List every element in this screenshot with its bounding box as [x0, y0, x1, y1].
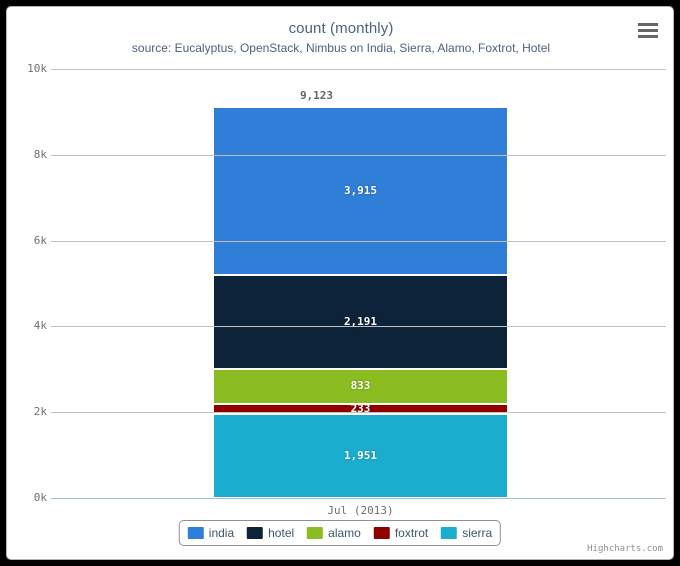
chart-container: count (monthly) source: Eucalyptus, Open… — [6, 6, 674, 560]
hamburger-bar-3 — [638, 35, 658, 38]
y-axis-tick-label: 2k — [33, 405, 47, 419]
gridline — [51, 240, 666, 242]
chart-title: count (monthly) — [288, 20, 394, 37]
y-axis-tick-label: 4k — [33, 319, 47, 333]
bar-segment-label-alamo: 833 — [350, 379, 371, 393]
hamburger-bar-1 — [638, 23, 658, 26]
legend-item-sierra[interactable]: sierra — [441, 526, 492, 540]
legend-label-sierra: sierra — [462, 526, 493, 540]
bar-total-label: 9,123 — [299, 88, 334, 102]
legend-swatch-hotel — [247, 527, 264, 539]
legend-item-india[interactable]: india — [187, 526, 235, 540]
bar-segment-label-india: 3,915 — [343, 183, 378, 197]
legend-label-india: india — [208, 526, 235, 540]
gridline — [51, 412, 666, 414]
legend-label-foxtrot: foxtrot — [394, 526, 429, 540]
plot-area: 1,951 233 833 2,191 3,915 — [51, 69, 666, 499]
legend-swatch-foxtrot — [373, 527, 390, 539]
y-axis-tick-label: 10k — [27, 62, 47, 75]
y-axis-tick-label: 0k — [33, 491, 47, 504]
x-axis-label-jul-2013: Jul (2013) — [327, 504, 394, 517]
gridline — [51, 326, 666, 328]
legend-swatch-sierra — [441, 527, 458, 539]
gridline — [51, 69, 666, 70]
x-axis-line — [51, 498, 666, 499]
legend-swatch-alamo — [307, 527, 324, 539]
legend-item-foxtrot[interactable]: foxtrot — [373, 526, 429, 540]
chart-subtitle: source: Eucalyptus, OpenStack, Nimbus on… — [131, 41, 551, 55]
hamburger-bar-2 — [638, 29, 658, 32]
legend-item-alamo[interactable]: alamo — [307, 526, 361, 540]
legend-label-alamo: alamo — [328, 526, 361, 540]
gridline — [51, 154, 666, 156]
legend-label-hotel: hotel — [268, 526, 295, 540]
y-axis: 0k 2k 4k 6k 8k 10k — [7, 62, 47, 504]
legend-item-hotel[interactable]: hotel — [247, 526, 294, 540]
highcharts-credit[interactable]: Highcharts.com — [587, 544, 663, 554]
y-axis-tick-label: 6k — [33, 233, 47, 247]
y-axis-tick-label: 8k — [33, 147, 47, 161]
bar-segment-label-sierra: 1,951 — [343, 449, 378, 463]
legend-swatch-india — [187, 527, 204, 539]
hamburger-menu-icon[interactable] — [636, 20, 660, 42]
chart-legend: india hotel alamo foxtrot sierra — [178, 520, 502, 546]
